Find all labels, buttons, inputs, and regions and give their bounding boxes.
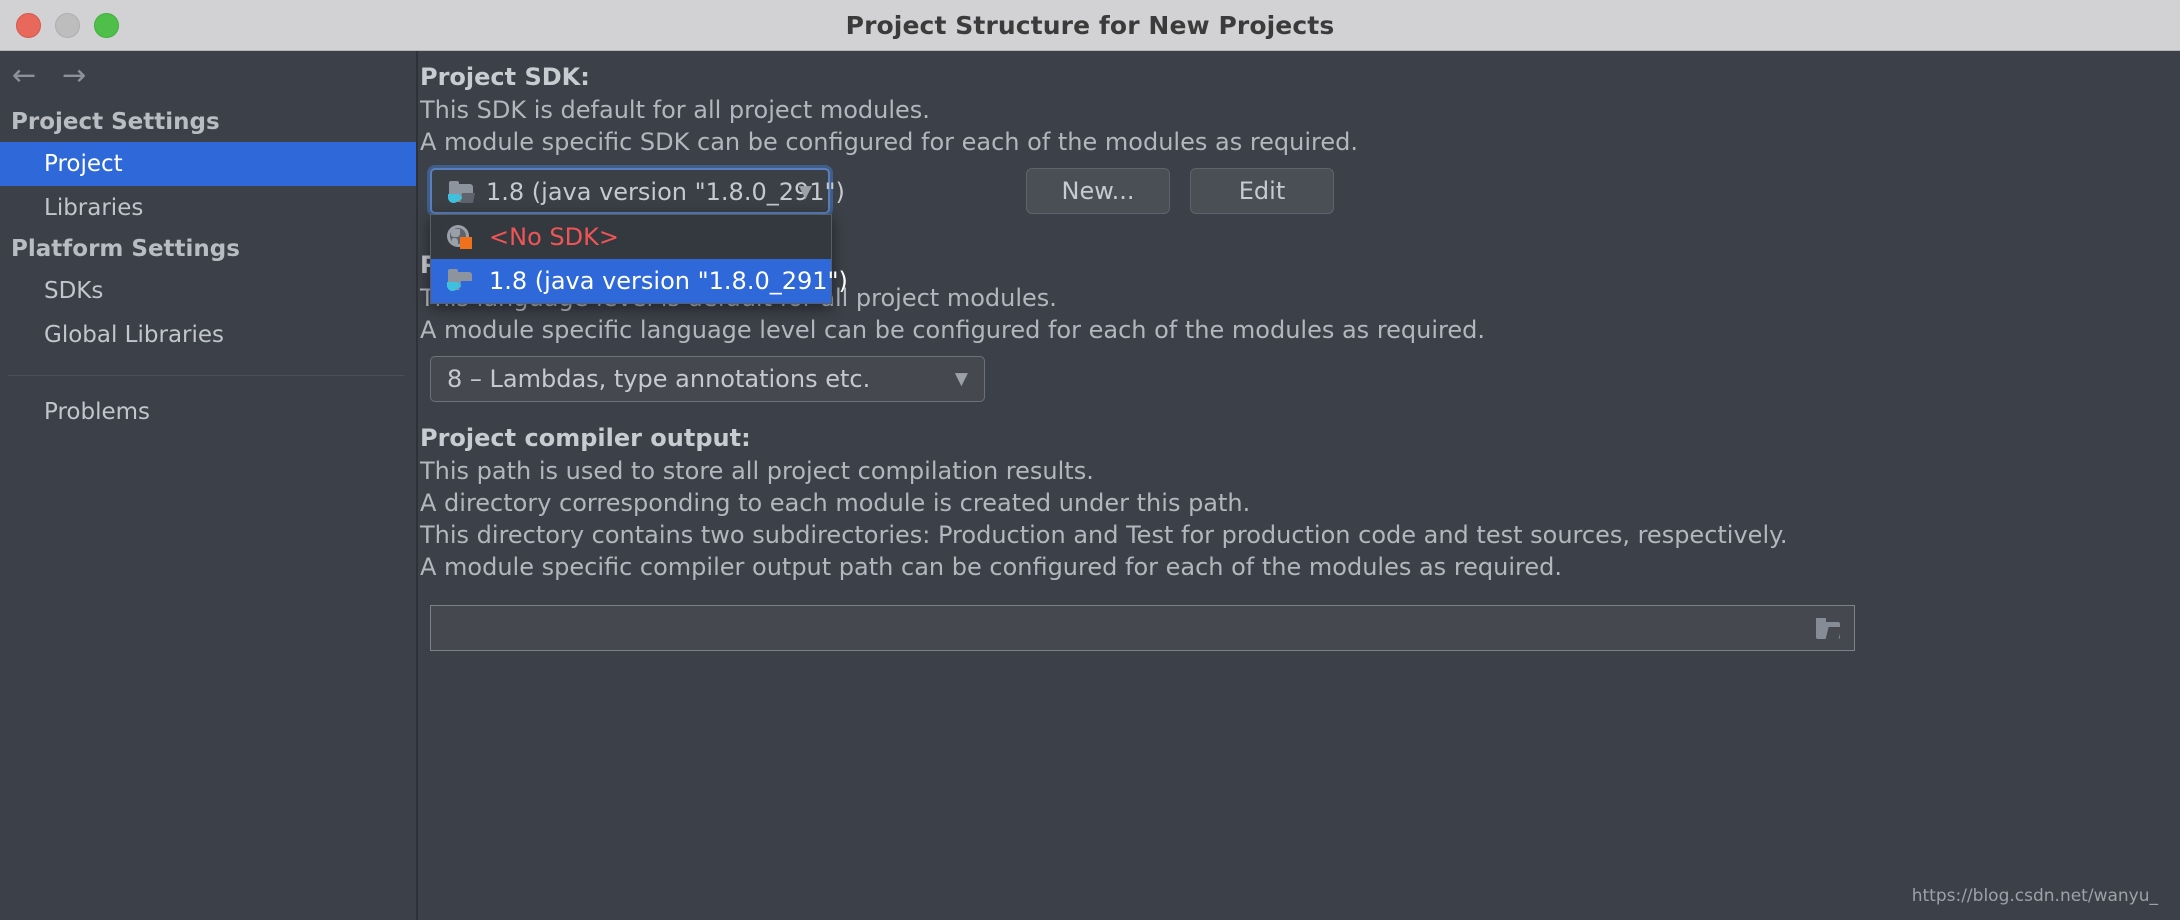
language-level-combobox[interactable]: 8 – Lambdas, type annotations etc. ▼	[430, 356, 985, 402]
dropdown-option-no-sdk[interactable]: <No SDK>	[431, 215, 831, 259]
chevron-down-icon[interactable]: ▼	[955, 357, 968, 401]
edit-sdk-button[interactable]: Edit	[1190, 168, 1334, 214]
sidebar-group-project-settings: Project Settings	[11, 109, 220, 135]
sidebar-item-label: Libraries	[44, 195, 144, 221]
settings-tree: Project Settings Project Libraries Platf…	[0, 103, 416, 434]
sidebar-navigation-bar: ← →	[0, 51, 416, 99]
sidebar-item-label: SDKs	[44, 278, 104, 304]
language-level-description-line-2: A module specific language level can be …	[420, 316, 1485, 344]
project-sdk-description-line-2: A module specific SDK can be configured …	[420, 128, 1359, 156]
jdk-folder-icon	[448, 181, 476, 205]
browse-folder-icon[interactable]	[1816, 618, 1842, 640]
new-sdk-button[interactable]: New...	[1026, 168, 1170, 214]
sidebar-item-project[interactable]: Project	[0, 142, 416, 186]
main-content: Project SDK: This SDK is default for all…	[420, 51, 2180, 920]
sidebar-divider	[8, 375, 404, 376]
sidebar-item-label: Project	[44, 151, 123, 177]
sidebar-item-sdks[interactable]: SDKs	[0, 269, 416, 313]
sidebar-item-label: Problems	[44, 399, 151, 425]
dropdown-option-label: 1.8 (java version "1.8.0_291")	[489, 267, 848, 295]
compiler-output-description-line-3: This directory contains two subdirectori…	[420, 521, 1788, 549]
sidebar: ← → Project Settings Project Libraries P…	[0, 51, 418, 920]
compiler-output-path-field[interactable]	[430, 605, 1855, 651]
sidebar-group-platform-settings: Platform Settings	[11, 236, 240, 262]
back-arrow-icon[interactable]: ←	[6, 58, 42, 92]
language-level-value: 8 – Lambdas, type annotations etc.	[447, 365, 871, 393]
window-title: Project Structure for New Projects	[845, 11, 1335, 40]
project-sdk-value: 1.8 (java version "1.8.0_291")	[486, 178, 845, 206]
project-structure-window: Project Structure for New Projects ← → P…	[0, 0, 2180, 920]
sidebar-item-libraries[interactable]: Libraries	[0, 186, 416, 230]
forward-arrow-icon[interactable]: →	[56, 58, 92, 92]
title-bar: Project Structure for New Projects	[0, 0, 2180, 51]
globe-icon	[447, 225, 473, 249]
project-sdk-combobox[interactable]: 1.8 (java version "1.8.0_291") ▼	[430, 168, 845, 214]
sidebar-item-problems[interactable]: Problems	[0, 390, 416, 434]
project-sdk-description-line-1: This SDK is default for all project modu…	[420, 96, 930, 124]
dropdown-option-label: <No SDK>	[489, 223, 619, 251]
project-sdk-dropdown-popup[interactable]: <No SDK> 1.8 (java version "1.8.0_291")	[430, 214, 848, 304]
jdk-folder-icon	[447, 269, 475, 293]
sidebar-item-global-libraries[interactable]: Global Libraries	[0, 313, 416, 357]
compiler-output-description-line-2: A directory corresponding to each module…	[420, 489, 1251, 517]
sidebar-item-label: Global Libraries	[44, 322, 225, 348]
compiler-output-description-line-4: A module specific compiler output path c…	[420, 553, 1563, 581]
chevron-down-icon[interactable]: ▼	[799, 170, 812, 214]
project-sdk-heading: Project SDK:	[420, 63, 590, 91]
compiler-output-description-line-1: This path is used to store all project c…	[420, 457, 1094, 485]
compiler-output-heading: Project compiler output:	[420, 424, 751, 452]
dropdown-option-jdk-1-8[interactable]: 1.8 (java version "1.8.0_291")	[431, 259, 848, 303]
watermark-text: https://blog.csdn.net/wanyu_	[1911, 886, 2158, 906]
